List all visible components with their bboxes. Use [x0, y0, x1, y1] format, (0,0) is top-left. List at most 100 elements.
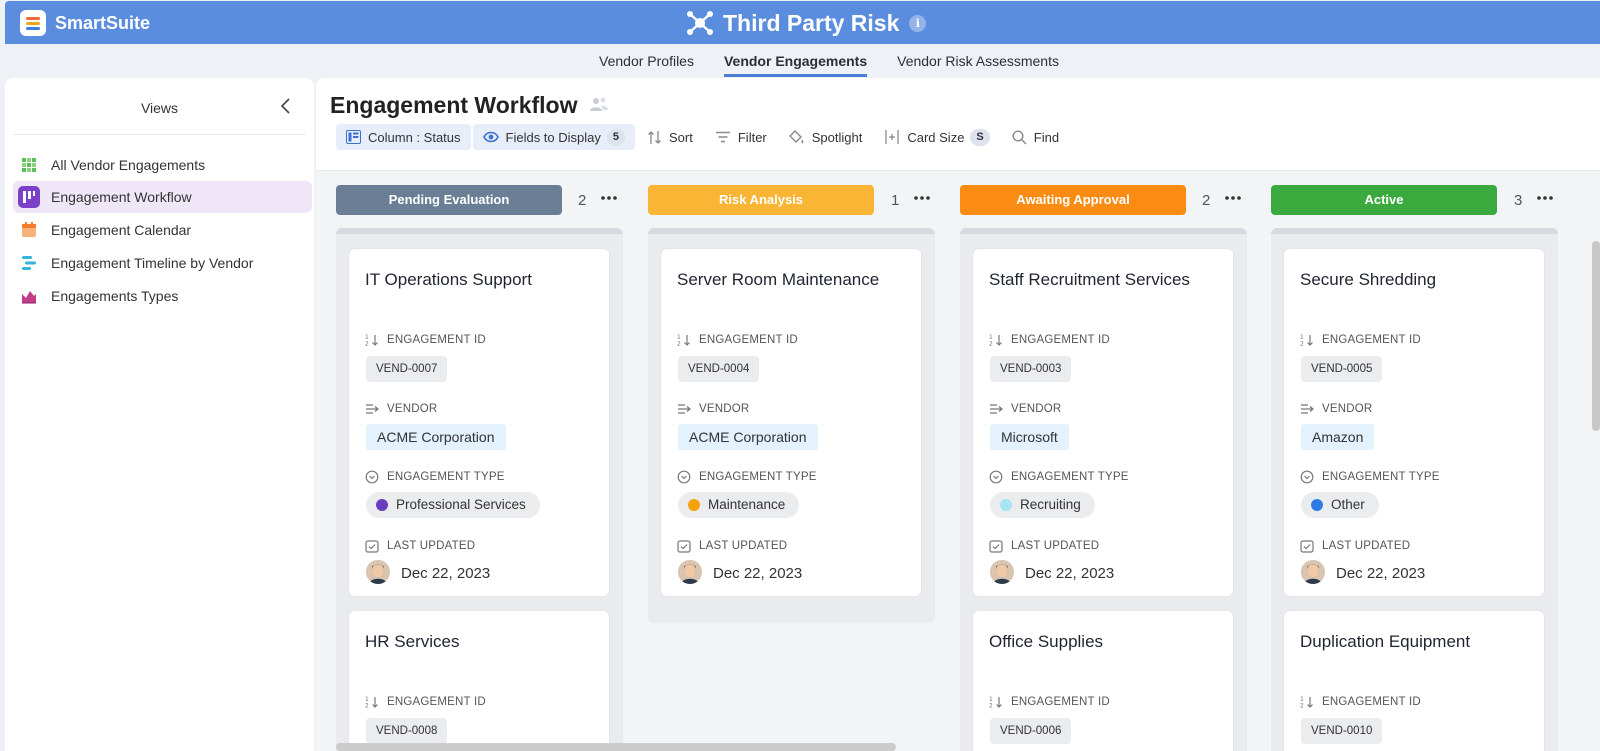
- sidebar-item-label: Engagement Calendar: [51, 222, 192, 238]
- type-color-dot: [1000, 499, 1012, 511]
- smartsuite-logo-icon[interactable]: [20, 10, 46, 36]
- card-size-button[interactable]: Card Size S: [874, 124, 999, 150]
- view-toolbar: Column : Status Fields to Display 5 Sort…: [336, 124, 1071, 150]
- vendor-tag[interactable]: ACME Corporation: [678, 424, 818, 450]
- vertical-scrollbar[interactable]: [1592, 241, 1600, 431]
- column-more-icon[interactable]: [598, 189, 620, 207]
- info-icon[interactable]: i: [909, 14, 927, 32]
- field-label-engagement-id: 1 2 ENGAGEMENT ID: [989, 696, 1110, 708]
- record-card[interactable]: Secure Shredding 1 2 ENGAGEMENT ID VEND-00…: [1283, 248, 1545, 597]
- last-updated-date: Dec 22, 2023: [1336, 565, 1426, 582]
- people-icon[interactable]: [589, 96, 609, 112]
- vendor-tag[interactable]: ACME Corporation: [366, 424, 506, 450]
- svg-text:2: 2: [989, 341, 993, 347]
- engagement-type-tag: Professional Services: [366, 492, 540, 518]
- vendor-tag[interactable]: Microsoft: [990, 424, 1069, 450]
- column-lane-pending-evaluation: IT Operations Support 1 2 ENGAGEMENT ID VE…: [336, 228, 623, 751]
- column-count: 1: [891, 192, 900, 209]
- engagement-id-tag: VEND-0010: [1301, 718, 1383, 744]
- column-lane-awaiting-approval: Staff Recruitment Services 1 2 ENGAGEMENT …: [960, 228, 1247, 751]
- record-card[interactable]: Server Room Maintenance 1 2 ENGAGEMENT ID …: [660, 248, 922, 597]
- sidebar-item-all-vendor-engagements[interactable]: All Vendor Engagements: [13, 149, 312, 181]
- field-label-engagement-type: ENGAGEMENT TYPE: [989, 470, 1129, 484]
- field-label-engagement-type: ENGAGEMENT TYPE: [1300, 470, 1440, 484]
- last-updated-date: Dec 22, 2023: [401, 565, 491, 582]
- sidebar-item-engagement-calendar[interactable]: Engagement Calendar: [13, 214, 312, 246]
- linked-record-icon: [1301, 404, 1314, 414]
- filter-button[interactable]: Filter: [705, 124, 777, 150]
- sidebar-item-label: Engagement Timeline by Vendor: [51, 255, 254, 271]
- field-label-engagement-type: ENGAGEMENT TYPE: [677, 470, 817, 484]
- column-header-pending-evaluation[interactable]: Pending Evaluation: [336, 185, 562, 215]
- calendar-view-icon: [22, 222, 36, 237]
- sidebar-item-engagements-types[interactable]: Engagements Types: [13, 280, 312, 312]
- type-color-dot: [688, 499, 700, 511]
- tab-vendor-profiles[interactable]: Vendor Profiles: [599, 44, 694, 77]
- column-count: 3: [1514, 192, 1523, 209]
- column-by-button[interactable]: Column : Status: [336, 124, 471, 150]
- field-label-engagement-id: 1 2 ENGAGEMENT ID: [989, 334, 1110, 346]
- tab-vendor-risk-assessments[interactable]: Vendor Risk Assessments: [897, 44, 1059, 77]
- linked-record-icon: [366, 404, 379, 414]
- vendor-tag[interactable]: Amazon: [1301, 424, 1375, 450]
- spotlight-button[interactable]: Spotlight: [779, 124, 873, 150]
- single-select-icon: [989, 470, 1003, 484]
- column-more-icon[interactable]: [1534, 189, 1556, 207]
- svg-text:2: 2: [365, 703, 369, 709]
- record-card[interactable]: HR Services 1 2 ENGAGEMENT ID VEND-0008: [348, 610, 610, 751]
- grid-view-icon: [22, 158, 36, 172]
- number-sort-icon: 12: [365, 696, 378, 709]
- column-lane-risk-analysis: Server Room Maintenance 1 2 ENGAGEMENT ID …: [648, 228, 935, 623]
- type-color-dot: [1311, 499, 1323, 511]
- eye-icon: [482, 131, 499, 143]
- sort-button[interactable]: Sort: [637, 124, 703, 150]
- engagement-id-tag: VEND-0003: [990, 356, 1072, 382]
- record-card[interactable]: Office Supplies 1 2 ENGAGEMENT ID VEND-000…: [972, 610, 1234, 751]
- column-header-awaiting-approval[interactable]: Awaiting Approval: [960, 185, 1186, 215]
- last-updated-date: Dec 22, 2023: [1025, 565, 1115, 582]
- card-title: Server Room Maintenance: [677, 270, 880, 289]
- svg-text:2: 2: [365, 341, 369, 347]
- record-card[interactable]: Staff Recruitment Services 1 2 ENGAGEMENT …: [972, 248, 1234, 597]
- card-title: Staff Recruitment Services: [989, 270, 1190, 289]
- sidebar-item-label: Engagements Types: [51, 288, 179, 304]
- calendar-check-icon: [365, 540, 379, 553]
- number-sort-icon: 12: [365, 334, 378, 347]
- horizontal-scrollbar[interactable]: [336, 743, 896, 751]
- field-label-last-updated: LAST UPDATED: [1300, 539, 1410, 553]
- columns-icon: [346, 130, 361, 144]
- column-more-icon[interactable]: [911, 189, 933, 207]
- fields-to-display-button[interactable]: Fields to Display 5: [472, 124, 636, 150]
- find-label: Find: [1033, 129, 1060, 145]
- card-size-icon: [885, 130, 899, 144]
- column-header-risk-analysis[interactable]: Risk Analysis: [648, 185, 874, 215]
- app-title-text: Third Party Risk: [723, 9, 900, 36]
- app-title: Third Party Risk i: [685, 7, 927, 39]
- collapse-sidebar-icon[interactable]: [276, 96, 296, 116]
- record-card[interactable]: IT Operations Support 1 2 ENGAGEMENT ID VE…: [348, 248, 610, 597]
- tab-vendor-engagements[interactable]: Vendor Engagements: [723, 44, 868, 77]
- sidebar-item-engagement-timeline[interactable]: Engagement Timeline by Vendor: [13, 247, 312, 279]
- single-select-icon: [365, 470, 379, 484]
- svg-text:2: 2: [1300, 703, 1304, 709]
- hub-icon: [687, 11, 713, 35]
- number-sort-icon: 12: [989, 334, 1002, 347]
- record-card[interactable]: Duplication Equipment 1 2 ENGAGEMENT ID VE…: [1283, 610, 1545, 751]
- single-select-icon: [1300, 470, 1314, 484]
- column-more-icon[interactable]: [1222, 189, 1244, 207]
- fields-label: Fields to Display: [505, 129, 601, 145]
- field-label-engagement-id: 1 2 ENGAGEMENT ID: [677, 334, 798, 346]
- engagement-id-tag: VEND-0006: [990, 718, 1072, 744]
- sidebar-item-engagement-workflow[interactable]: Engagement Workflow: [13, 181, 312, 213]
- svg-text:2: 2: [1300, 341, 1304, 347]
- last-updated-date: Dec 22, 2023: [713, 565, 803, 582]
- views-title: Views: [140, 100, 179, 116]
- avatar: [678, 560, 702, 584]
- app-header: SmartSuite Third Party Risk i: [5, 1, 1600, 44]
- card-title: Secure Shredding: [1300, 270, 1437, 289]
- field-label-engagement-id: 1 2 ENGAGEMENT ID: [365, 696, 486, 708]
- find-button[interactable]: Find: [1002, 124, 1069, 150]
- field-label-last-updated: LAST UPDATED: [365, 539, 475, 553]
- column-header-active[interactable]: Active: [1271, 185, 1497, 215]
- avatar: [366, 560, 390, 584]
